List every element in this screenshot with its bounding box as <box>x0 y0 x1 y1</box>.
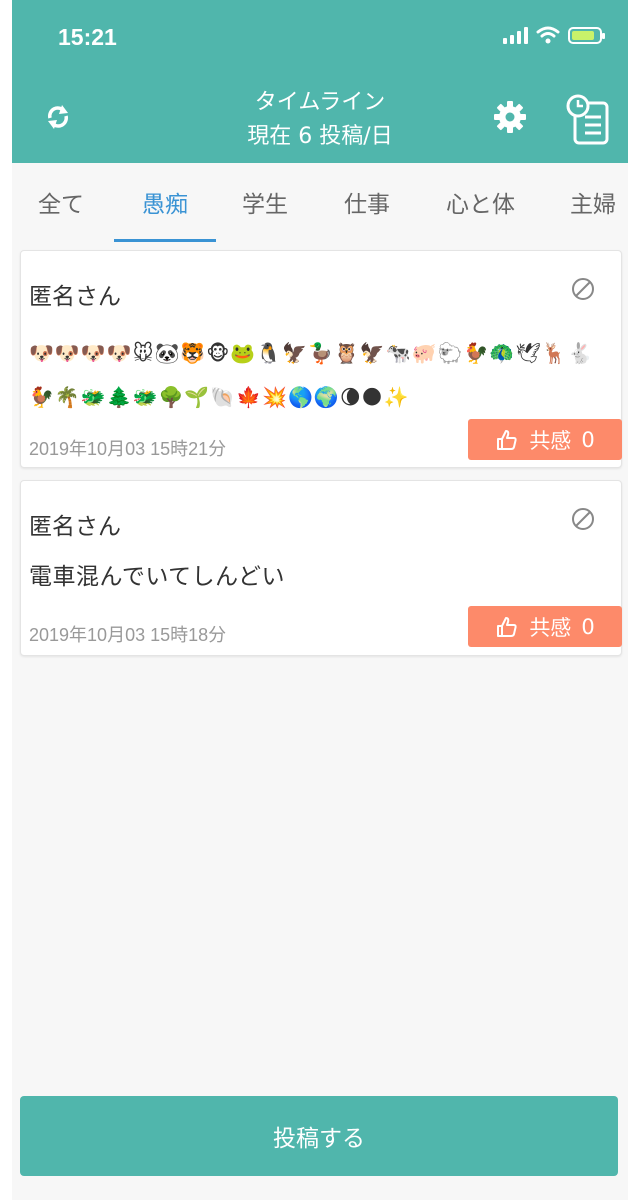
clock-document-icon <box>566 94 609 145</box>
thumbs-up-icon <box>497 616 517 637</box>
create-post-button[interactable]: 投稿する <box>20 1096 618 1176</box>
empathy-button[interactable]: 共感 0 <box>468 419 622 460</box>
status-icons <box>503 26 605 44</box>
category-tabs: 全て 愚痴 学生 仕事 心と体 主婦 <box>12 163 628 243</box>
post-body: 電車混んでいてしんどい <box>29 564 285 590</box>
tab-housewife[interactable]: 主婦 <box>570 185 616 219</box>
block-icon[interactable] <box>571 507 595 531</box>
empathy-label: 共感 <box>529 428 572 453</box>
wifi-icon <box>536 26 560 44</box>
empathy-count: 0 <box>581 427 595 452</box>
thumbs-up-icon <box>497 429 517 450</box>
tab-students[interactable]: 学生 <box>242 185 288 219</box>
active-tab-indicator <box>114 239 216 242</box>
post-author: 匿名さん <box>29 514 121 540</box>
empathy-button[interactable]: 共感 0 <box>468 606 622 647</box>
post-card: 匿名さん 電車混んでいてしんどい 2019年10月03 15時18分 共感 0 <box>20 480 622 656</box>
gear-icon <box>494 101 526 133</box>
post-author: 匿名さん <box>29 284 121 310</box>
post-date: 2019年10月03 15時18分 <box>29 625 227 645</box>
tab-work[interactable]: 仕事 <box>344 185 390 219</box>
post-body: 🐶🐶🐶🐶🐭🐼🐯🐵🐸🐧🦅🦆🦉🦅🐄🐖🐑🐓🦚🕊🦌🐇🐓🌴🐲🌲🐲🌳🌱🐚🍁💥🌎🌍🌘🌑✨ <box>29 341 594 409</box>
history-button[interactable] <box>564 92 612 148</box>
post-card: 匿名さん 🐶🐶🐶🐶🐭🐼🐯🐵🐸🐧🦅🦆🦉🦅🐄🐖🐑🐓🦚🕊🦌🐇🐓🌴🐲🌲🐲🌳🌱🐚🍁💥🌎🌍🌘… <box>20 250 622 468</box>
status-time: 15:21 <box>58 24 117 50</box>
app-screen: 15:21 タイムライン 現在 6 投稿/日 全て 愚痴 学生 仕事 心と体 主… <box>12 0 628 1200</box>
signal-icon <box>503 26 528 44</box>
settings-button[interactable] <box>488 95 532 139</box>
header-title: タイムライン 現在 6 投稿/日 <box>12 86 628 154</box>
empathy-count: 0 <box>581 614 595 639</box>
battery-icon <box>568 26 605 44</box>
tab-complaints[interactable]: 愚痴 <box>142 185 188 219</box>
tab-all[interactable]: 全て <box>38 185 84 219</box>
app-header: 15:21 タイムライン 現在 6 投稿/日 <box>12 0 628 163</box>
empathy-label: 共感 <box>529 615 572 640</box>
tab-mind-body[interactable]: 心と体 <box>446 185 515 219</box>
post-date: 2019年10月03 15時21分 <box>29 439 227 459</box>
posts-per-day: 現在 6 投稿/日 <box>247 124 393 149</box>
block-icon[interactable] <box>571 277 595 301</box>
page-title: タイムライン <box>254 90 386 115</box>
